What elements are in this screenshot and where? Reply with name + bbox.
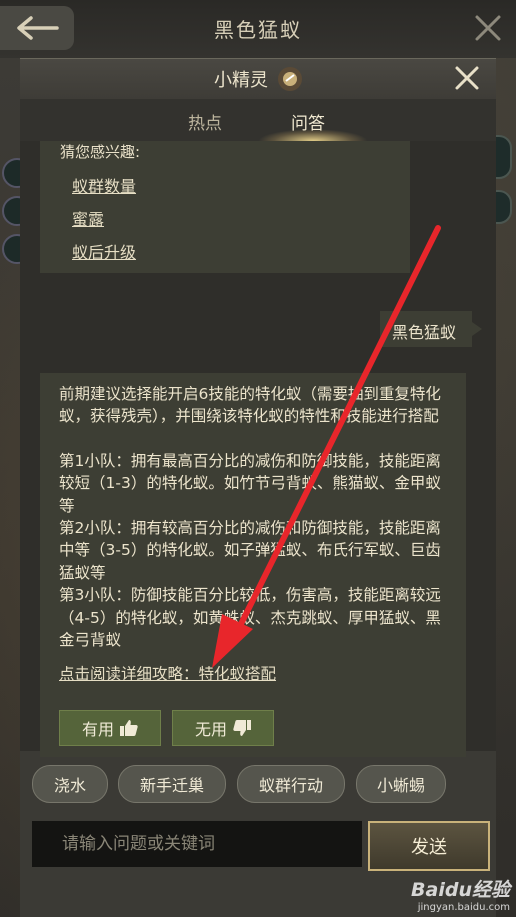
suggestion-link[interactable]: 蜜露 bbox=[72, 206, 104, 230]
answer-bubble: 前期建议选择能开启6技能的特化蚁（需要抽到重复特化蚁，获得残壳），并围绕该特化蚁… bbox=[40, 373, 466, 757]
quick-action-lizard[interactable]: 小蜥蜴 bbox=[356, 765, 446, 803]
user-message-bubble: 黑色猛蚁 bbox=[380, 311, 482, 347]
suggestion-link[interactable]: 蚁群数量 bbox=[72, 173, 136, 197]
panel-title: 小精灵 bbox=[214, 70, 268, 91]
suggestion-bubble: 猜您感兴趣: 蚁群数量 蜜露 蚁后升级 bbox=[40, 141, 410, 273]
quick-action-water[interactable]: 浇水 bbox=[32, 765, 108, 803]
question-input[interactable] bbox=[32, 821, 362, 867]
page-title: 黑色猛蚁 bbox=[214, 18, 302, 42]
suggestion-heading: 猜您感兴趣: bbox=[60, 143, 141, 161]
useful-button[interactable]: 有用 bbox=[59, 710, 161, 746]
answer-team-3: 第3小队：防御技能百分比较低，伤害高，技能距离较远（4-5）的特化蚁，如黄蛛蚁、… bbox=[59, 586, 441, 650]
tab-bar: 热点 问答 bbox=[20, 99, 496, 141]
sprite-icon bbox=[278, 67, 302, 91]
tab-hot[interactable]: 热点 bbox=[188, 109, 222, 134]
panel-header: 小精灵 bbox=[20, 59, 496, 99]
quick-action-migrate[interactable]: 新手迁巢 bbox=[118, 765, 226, 803]
close-icon bbox=[455, 66, 479, 90]
input-row: 发送 bbox=[32, 821, 496, 871]
assistant-panel: 小精灵 热点 问答 猜您感兴趣: 蚁群数量 蜜露 蚁后升级 黑色猛蚁 前期建议选… bbox=[20, 58, 496, 917]
answer-paragraph: 前期建议选择能开启6技能的特化蚁（需要抽到重复特化蚁，获得残壳），并围绕该特化蚁… bbox=[59, 385, 441, 426]
top-close-button[interactable] bbox=[474, 14, 502, 46]
answer-text: 前期建议选择能开启6技能的特化蚁（需要抽到重复特化蚁，获得残壳），并围绕该特化蚁… bbox=[59, 383, 451, 651]
top-bar: 黑色猛蚁 bbox=[0, 0, 516, 58]
watermark-sub: jingyan.baidu.com bbox=[417, 902, 510, 913]
panel-close-button[interactable] bbox=[454, 65, 480, 95]
send-button[interactable]: 发送 bbox=[368, 821, 490, 871]
answer-team-1: 第1小队：拥有最高百分比的减伤和防御技能，技能距离较短（1-3）的特化蚁。如竹节… bbox=[59, 451, 441, 515]
close-icon bbox=[475, 15, 501, 41]
useless-button[interactable]: 无用 bbox=[172, 710, 274, 746]
thumbs-up-icon bbox=[120, 720, 138, 736]
watermark-main: Baidu经验 bbox=[411, 879, 510, 901]
useful-label: 有用 bbox=[81, 720, 114, 739]
user-message-text: 黑色猛蚁 bbox=[392, 323, 457, 342]
guide-link[interactable]: 点击阅读详细攻略：特化蚁搭配 bbox=[59, 662, 276, 684]
active-tab-indicator bbox=[258, 129, 368, 141]
chat-area[interactable]: 猜您感兴趣: 蚁群数量 蜜露 蚁后升级 黑色猛蚁 前期建议选择能开启6技能的特化… bbox=[20, 141, 496, 757]
panel-title-area: 小精灵 bbox=[20, 66, 496, 92]
suggestion-link[interactable]: 蚁后升级 bbox=[72, 239, 136, 263]
useless-label: 无用 bbox=[194, 720, 227, 739]
answer-team-2: 第2小队：拥有较高百分比的减伤和防御技能，技能距离中等（3-5）的特化蚁。如子弹… bbox=[59, 519, 441, 582]
quick-actions: 浇水 新手迁巢 蚁群行动 小蜥蜴 bbox=[32, 765, 496, 803]
thumbs-down-icon bbox=[233, 720, 251, 736]
quick-action-colony[interactable]: 蚁群行动 bbox=[237, 765, 345, 803]
baidu-watermark: Baidu经验 jingyan.baidu.com bbox=[411, 875, 510, 913]
